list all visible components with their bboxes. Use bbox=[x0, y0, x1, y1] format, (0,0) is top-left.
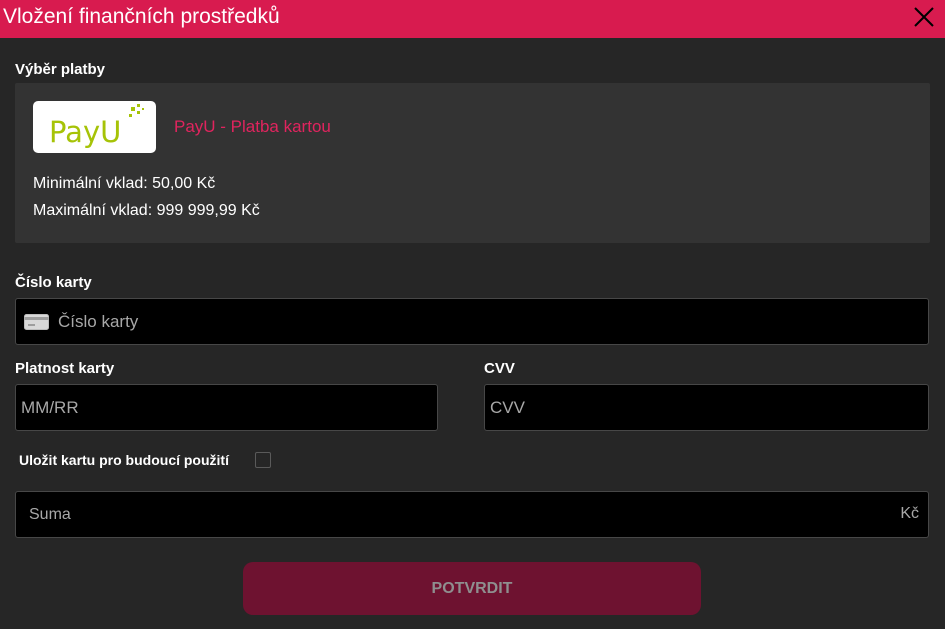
confirm-button[interactable]: POTVRDIT bbox=[243, 562, 701, 615]
svg-text:PayU: PayU bbox=[49, 115, 121, 149]
deposit-modal: Vložení finančních prostředků Výběr plat… bbox=[0, 0, 945, 629]
close-icon[interactable] bbox=[911, 4, 937, 30]
cvv-input[interactable] bbox=[490, 385, 920, 430]
modal-title: Vložení finančních prostředků bbox=[3, 5, 280, 28]
save-card-label[interactable]: Uložit kartu pro budoucí použití bbox=[19, 452, 229, 468]
payment-method-card[interactable]: PayU PayU - Platba kartou Minimální vkla… bbox=[15, 83, 930, 243]
card-number-input[interactable] bbox=[58, 299, 918, 344]
amount-input[interactable] bbox=[29, 492, 889, 537]
card-number-field[interactable] bbox=[15, 298, 929, 345]
card-number-label: Číslo karty bbox=[15, 274, 92, 291]
amount-field[interactable]: Kč bbox=[15, 491, 929, 538]
expiry-input[interactable] bbox=[21, 385, 431, 430]
payu-logo: PayU bbox=[33, 101, 156, 153]
expiry-label: Platnost karty bbox=[15, 360, 115, 377]
cvv-label: CVV bbox=[484, 360, 515, 377]
min-deposit-text: Minimální vklad: 50,00 Kč bbox=[33, 175, 216, 192]
payment-selection-label: Výběr platby bbox=[15, 61, 106, 78]
max-deposit-text: Maximální vklad: 999 999,99 Kč bbox=[33, 202, 260, 219]
cvv-field[interactable] bbox=[484, 384, 929, 431]
save-card-checkbox[interactable] bbox=[255, 452, 271, 468]
payment-method-name: PayU - Platba kartou bbox=[174, 117, 331, 136]
currency-suffix: Kč bbox=[900, 505, 919, 522]
expiry-field[interactable] bbox=[15, 384, 438, 431]
modal-header: Vložení finančních prostředků bbox=[0, 0, 945, 38]
credit-card-icon bbox=[24, 314, 49, 330]
